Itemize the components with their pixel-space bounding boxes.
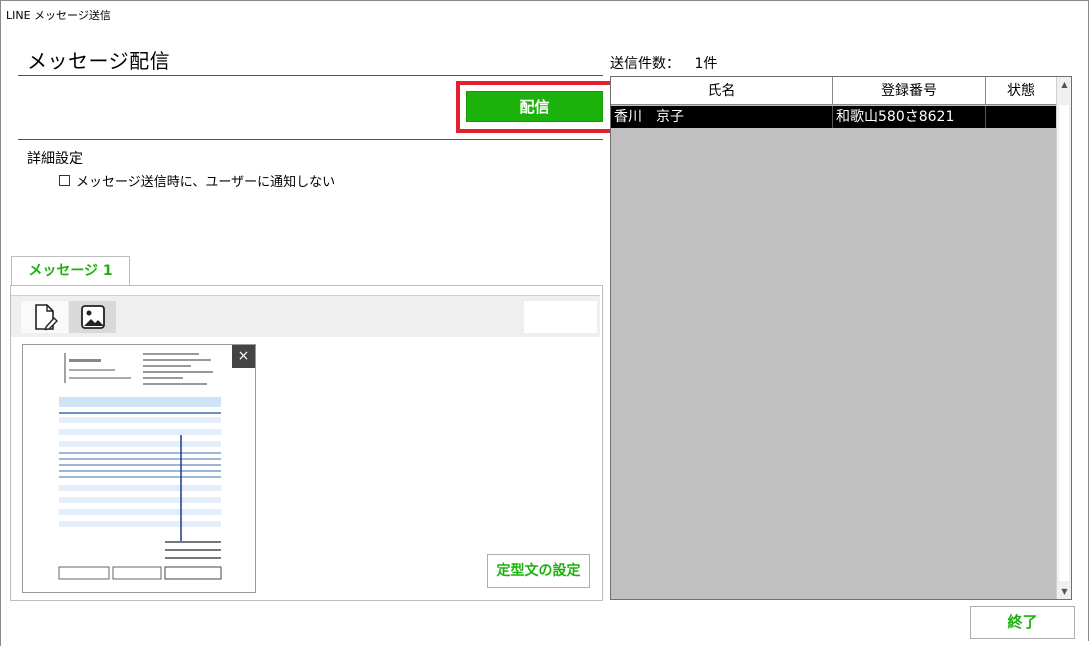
recipients-grid[interactable]: 氏名 登録番号 状態 香川 京子 和歌山580さ8621 ▲ ▼ bbox=[610, 76, 1072, 600]
send-count-value: 1件 bbox=[694, 56, 718, 72]
window-title: LINE メッセージ送信 bbox=[6, 9, 111, 22]
toolbar-blank-area bbox=[524, 301, 597, 333]
image-button[interactable] bbox=[69, 301, 116, 333]
column-header-name[interactable]: 氏名 bbox=[611, 77, 833, 105]
no-notify-option[interactable]: メッセージ送信時に、ユーザーに通知しない bbox=[59, 171, 335, 190]
scrollbar-thumb[interactable] bbox=[1059, 105, 1069, 581]
scroll-up-icon[interactable]: ▲ bbox=[1057, 77, 1071, 92]
template-settings-button[interactable]: 定型文の設定 bbox=[487, 554, 590, 588]
table-row[interactable]: 香川 京子 和歌山580さ8621 bbox=[611, 106, 1057, 128]
vertical-scrollbar[interactable]: ▲ ▼ bbox=[1056, 77, 1071, 599]
text-edit-icon bbox=[34, 304, 58, 331]
app-window: LINE メッセージ送信 メッセージ配信 配信 詳細設定 メッセージ送信時に、ユ… bbox=[0, 0, 1089, 647]
remove-attachment-button[interactable]: × bbox=[232, 345, 255, 368]
bottom-edge bbox=[1, 641, 1089, 647]
attached-image-thumbnail[interactable]: × bbox=[22, 344, 256, 593]
end-button[interactable]: 終了 bbox=[970, 606, 1075, 639]
details-section-title: 詳細設定 bbox=[27, 151, 83, 167]
no-notify-label: メッセージ送信時に、ユーザーに通知しない bbox=[76, 175, 336, 190]
editor-toolbar bbox=[11, 295, 600, 337]
tab-message-1[interactable]: メッセージ 1 bbox=[11, 256, 130, 286]
divider bbox=[18, 139, 603, 140]
cell-name: 香川 京子 bbox=[611, 106, 833, 128]
message-editor-panel: × 定型文の設定 bbox=[10, 285, 603, 601]
cell-reg-no: 和歌山580さ8621 bbox=[833, 106, 986, 128]
no-notify-checkbox[interactable] bbox=[59, 175, 70, 186]
image-icon bbox=[80, 305, 105, 329]
divider bbox=[18, 75, 603, 76]
column-header-reg-no[interactable]: 登録番号 bbox=[833, 77, 986, 105]
scroll-down-icon[interactable]: ▼ bbox=[1057, 584, 1071, 599]
grid-header: 氏名 登録番号 状態 bbox=[611, 77, 1057, 105]
send-count: 送信件数： 1件 bbox=[610, 53, 717, 73]
cell-status bbox=[986, 106, 1057, 128]
send-button[interactable]: 配信 bbox=[466, 91, 603, 122]
send-count-label: 送信件数： bbox=[610, 56, 680, 72]
column-header-status[interactable]: 状態 bbox=[986, 77, 1057, 105]
page-title: メッセージ配信 bbox=[27, 49, 171, 73]
document-preview-image bbox=[23, 345, 255, 592]
text-edit-button[interactable] bbox=[21, 301, 68, 333]
